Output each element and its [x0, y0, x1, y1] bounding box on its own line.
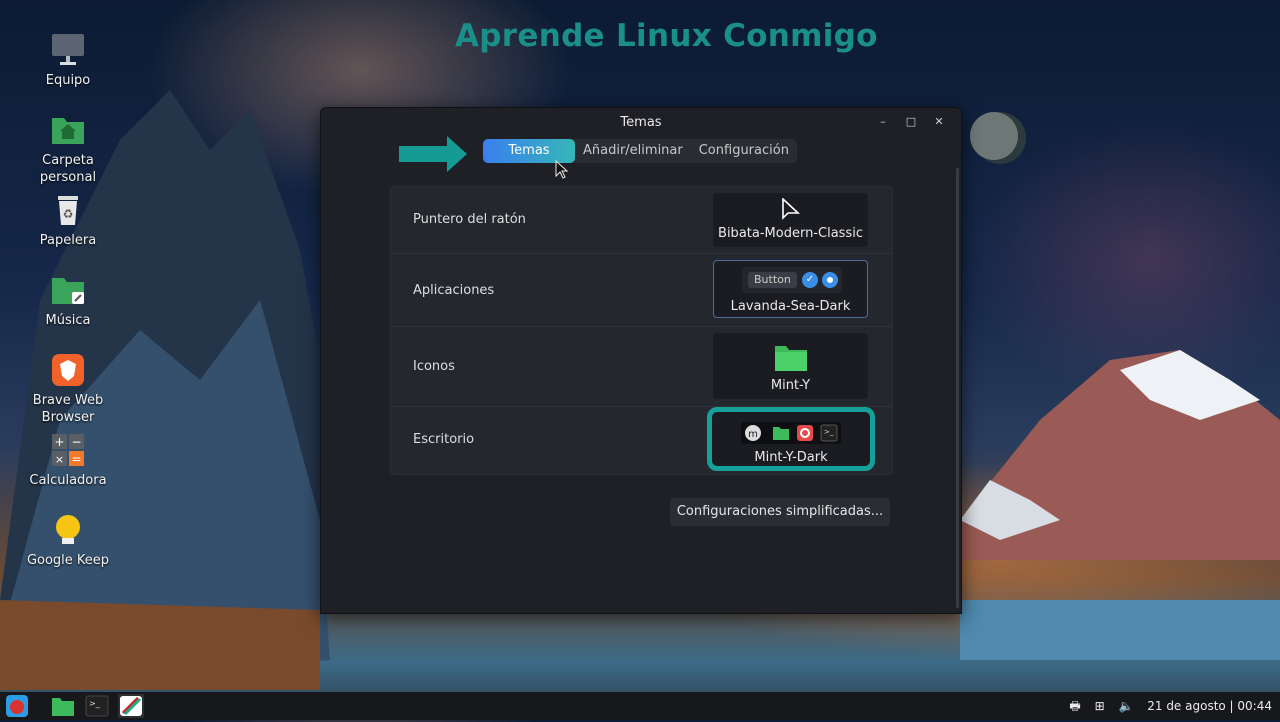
row-aplicaciones: Aplicaciones Button ✓ Lavanda-Sea-Dark — [391, 254, 892, 327]
folder-icon — [52, 698, 74, 716]
icons-theme-name: Mint-Y — [770, 378, 811, 393]
svg-text:>_: >_ — [89, 699, 101, 708]
desktop-icon-musica[interactable]: Música — [23, 272, 113, 329]
window-title: Temas — [620, 115, 662, 130]
svg-text:×: × — [55, 453, 64, 466]
arrow-annotation-icon — [399, 136, 467, 172]
computer-icon — [50, 32, 86, 68]
svg-text:>_: >_ — [824, 428, 834, 436]
bulb-icon — [50, 512, 86, 548]
cursor-preview-icon — [782, 198, 801, 220]
taskbar-files[interactable] — [50, 694, 76, 718]
tab-anadir-eliminar[interactable]: Añadir/eliminar — [575, 139, 691, 163]
clock[interactable]: 21 de agosto | 00:44 — [1147, 699, 1272, 713]
row-iconos: Iconos Mint-Y — [391, 327, 892, 407]
desktop-icon-equipo[interactable]: Equipo — [23, 32, 113, 89]
svg-text:m: m — [748, 429, 758, 440]
scrollbar[interactable] — [956, 168, 959, 608]
row-escritorio: Escritorio m >_ Mint-Y-Dark — [391, 407, 892, 473]
applications-theme-chooser[interactable]: Button ✓ Lavanda-Sea-Dark — [713, 260, 868, 318]
printer-icon[interactable]: 🖶 — [1069, 699, 1080, 713]
menu-button[interactable] — [4, 694, 30, 718]
desktop-icon-label: Carpeta personal — [39, 153, 97, 185]
desktop-icon-label: Calculadora — [29, 473, 107, 488]
simplified-settings-button[interactable]: Configuraciones simplificadas... — [670, 498, 890, 526]
radio-icon — [822, 272, 838, 288]
maximize-icon[interactable]: □ — [904, 115, 918, 129]
calculator-icon: + − × = — [50, 432, 86, 468]
svg-text:+: + — [54, 435, 64, 449]
tab-configuracion[interactable]: Configuración — [691, 139, 797, 163]
row-label: Puntero del ratón — [413, 212, 526, 227]
desktop-icon-carpeta-personal[interactable]: Carpeta personal — [23, 112, 113, 186]
taskbar-themes[interactable] — [118, 694, 144, 718]
system-tray: 🖶 ⊞ 🔈 21 de agosto | 00:44 — [1069, 692, 1272, 720]
desktop-theme-chooser[interactable]: m >_ Mint-Y-Dark — [707, 407, 875, 471]
folder-icon — [773, 427, 789, 440]
desktop-icon-brave[interactable]: Brave Web Browser — [23, 352, 113, 426]
row-label: Escritorio — [413, 432, 475, 447]
svg-text:−: − — [71, 435, 81, 449]
network-icon[interactable]: ⊞ — [1095, 699, 1105, 713]
desktop-icon-label: Papelera — [39, 233, 97, 248]
themes-window: Temas – □ ✕ Temas Añadir/eliminar Config… — [320, 107, 962, 614]
minimize-icon[interactable]: – — [876, 115, 890, 129]
window-titlebar[interactable]: Temas – □ ✕ — [321, 108, 961, 136]
tab-bar: Temas Añadir/eliminar Configuración — [483, 139, 797, 163]
brave-browser-icon — [50, 352, 86, 388]
taskbar: >_ 🖶 ⊞ 🔈 21 de agosto | 00:44 — [0, 692, 1280, 720]
desktop-theme-name: Mint-Y-Dark — [754, 450, 828, 465]
themes-icon — [120, 696, 142, 716]
terminal-icon: >_ — [85, 695, 109, 717]
row-label: Aplicaciones — [413, 283, 495, 298]
trash-icon: ♻ — [50, 192, 86, 228]
volume-icon[interactable]: 🔈 — [1118, 699, 1133, 713]
theme-settings-panel: Puntero del ratón Bibata-Modern-Classic … — [390, 186, 893, 475]
close-icon[interactable]: ✕ — [932, 115, 946, 129]
banner-title: Aprende Linux Conmigo — [455, 18, 878, 54]
icons-theme-chooser[interactable]: Mint-Y — [713, 333, 868, 399]
update-icon — [797, 425, 813, 441]
row-label: Iconos — [413, 359, 455, 374]
mint-logo-icon: m — [745, 425, 761, 441]
row-pointer: Puntero del ratón Bibata-Modern-Classic — [391, 187, 892, 254]
desktop-icon-label: Brave Web Browser — [32, 393, 104, 425]
pointer-theme-chooser[interactable]: Bibata-Modern-Classic — [713, 193, 868, 247]
desktop-theme-preview: m >_ — [741, 422, 841, 444]
desktop-icon-label: Google Keep — [26, 553, 110, 568]
desktop-icon-label: Música — [45, 313, 91, 328]
app-menu-icon — [6, 695, 28, 717]
mouse-pointer-icon — [555, 160, 569, 179]
svg-text:=: = — [71, 452, 81, 466]
folder-icon — [775, 346, 807, 371]
music-folder-icon — [50, 272, 86, 308]
desktop-icon-label: Equipo — [45, 73, 91, 88]
home-folder-icon — [50, 112, 86, 148]
taskbar-terminal[interactable]: >_ — [84, 694, 110, 718]
svg-text:♻: ♻ — [63, 207, 74, 221]
desktop-icon-calculadora[interactable]: + − × = Calculadora — [23, 432, 113, 489]
app-theme-preview: Button ✓ — [742, 267, 842, 293]
terminal-icon: >_ — [820, 424, 838, 442]
desktop-icon-google-keep[interactable]: Google Keep — [23, 512, 113, 569]
preview-button: Button — [748, 272, 797, 288]
check-icon: ✓ — [802, 272, 818, 288]
desktop-icon-papelera[interactable]: ♻ Papelera — [23, 192, 113, 249]
applications-theme-name: Lavanda-Sea-Dark — [730, 299, 851, 314]
pointer-theme-name: Bibata-Modern-Classic — [718, 226, 863, 241]
